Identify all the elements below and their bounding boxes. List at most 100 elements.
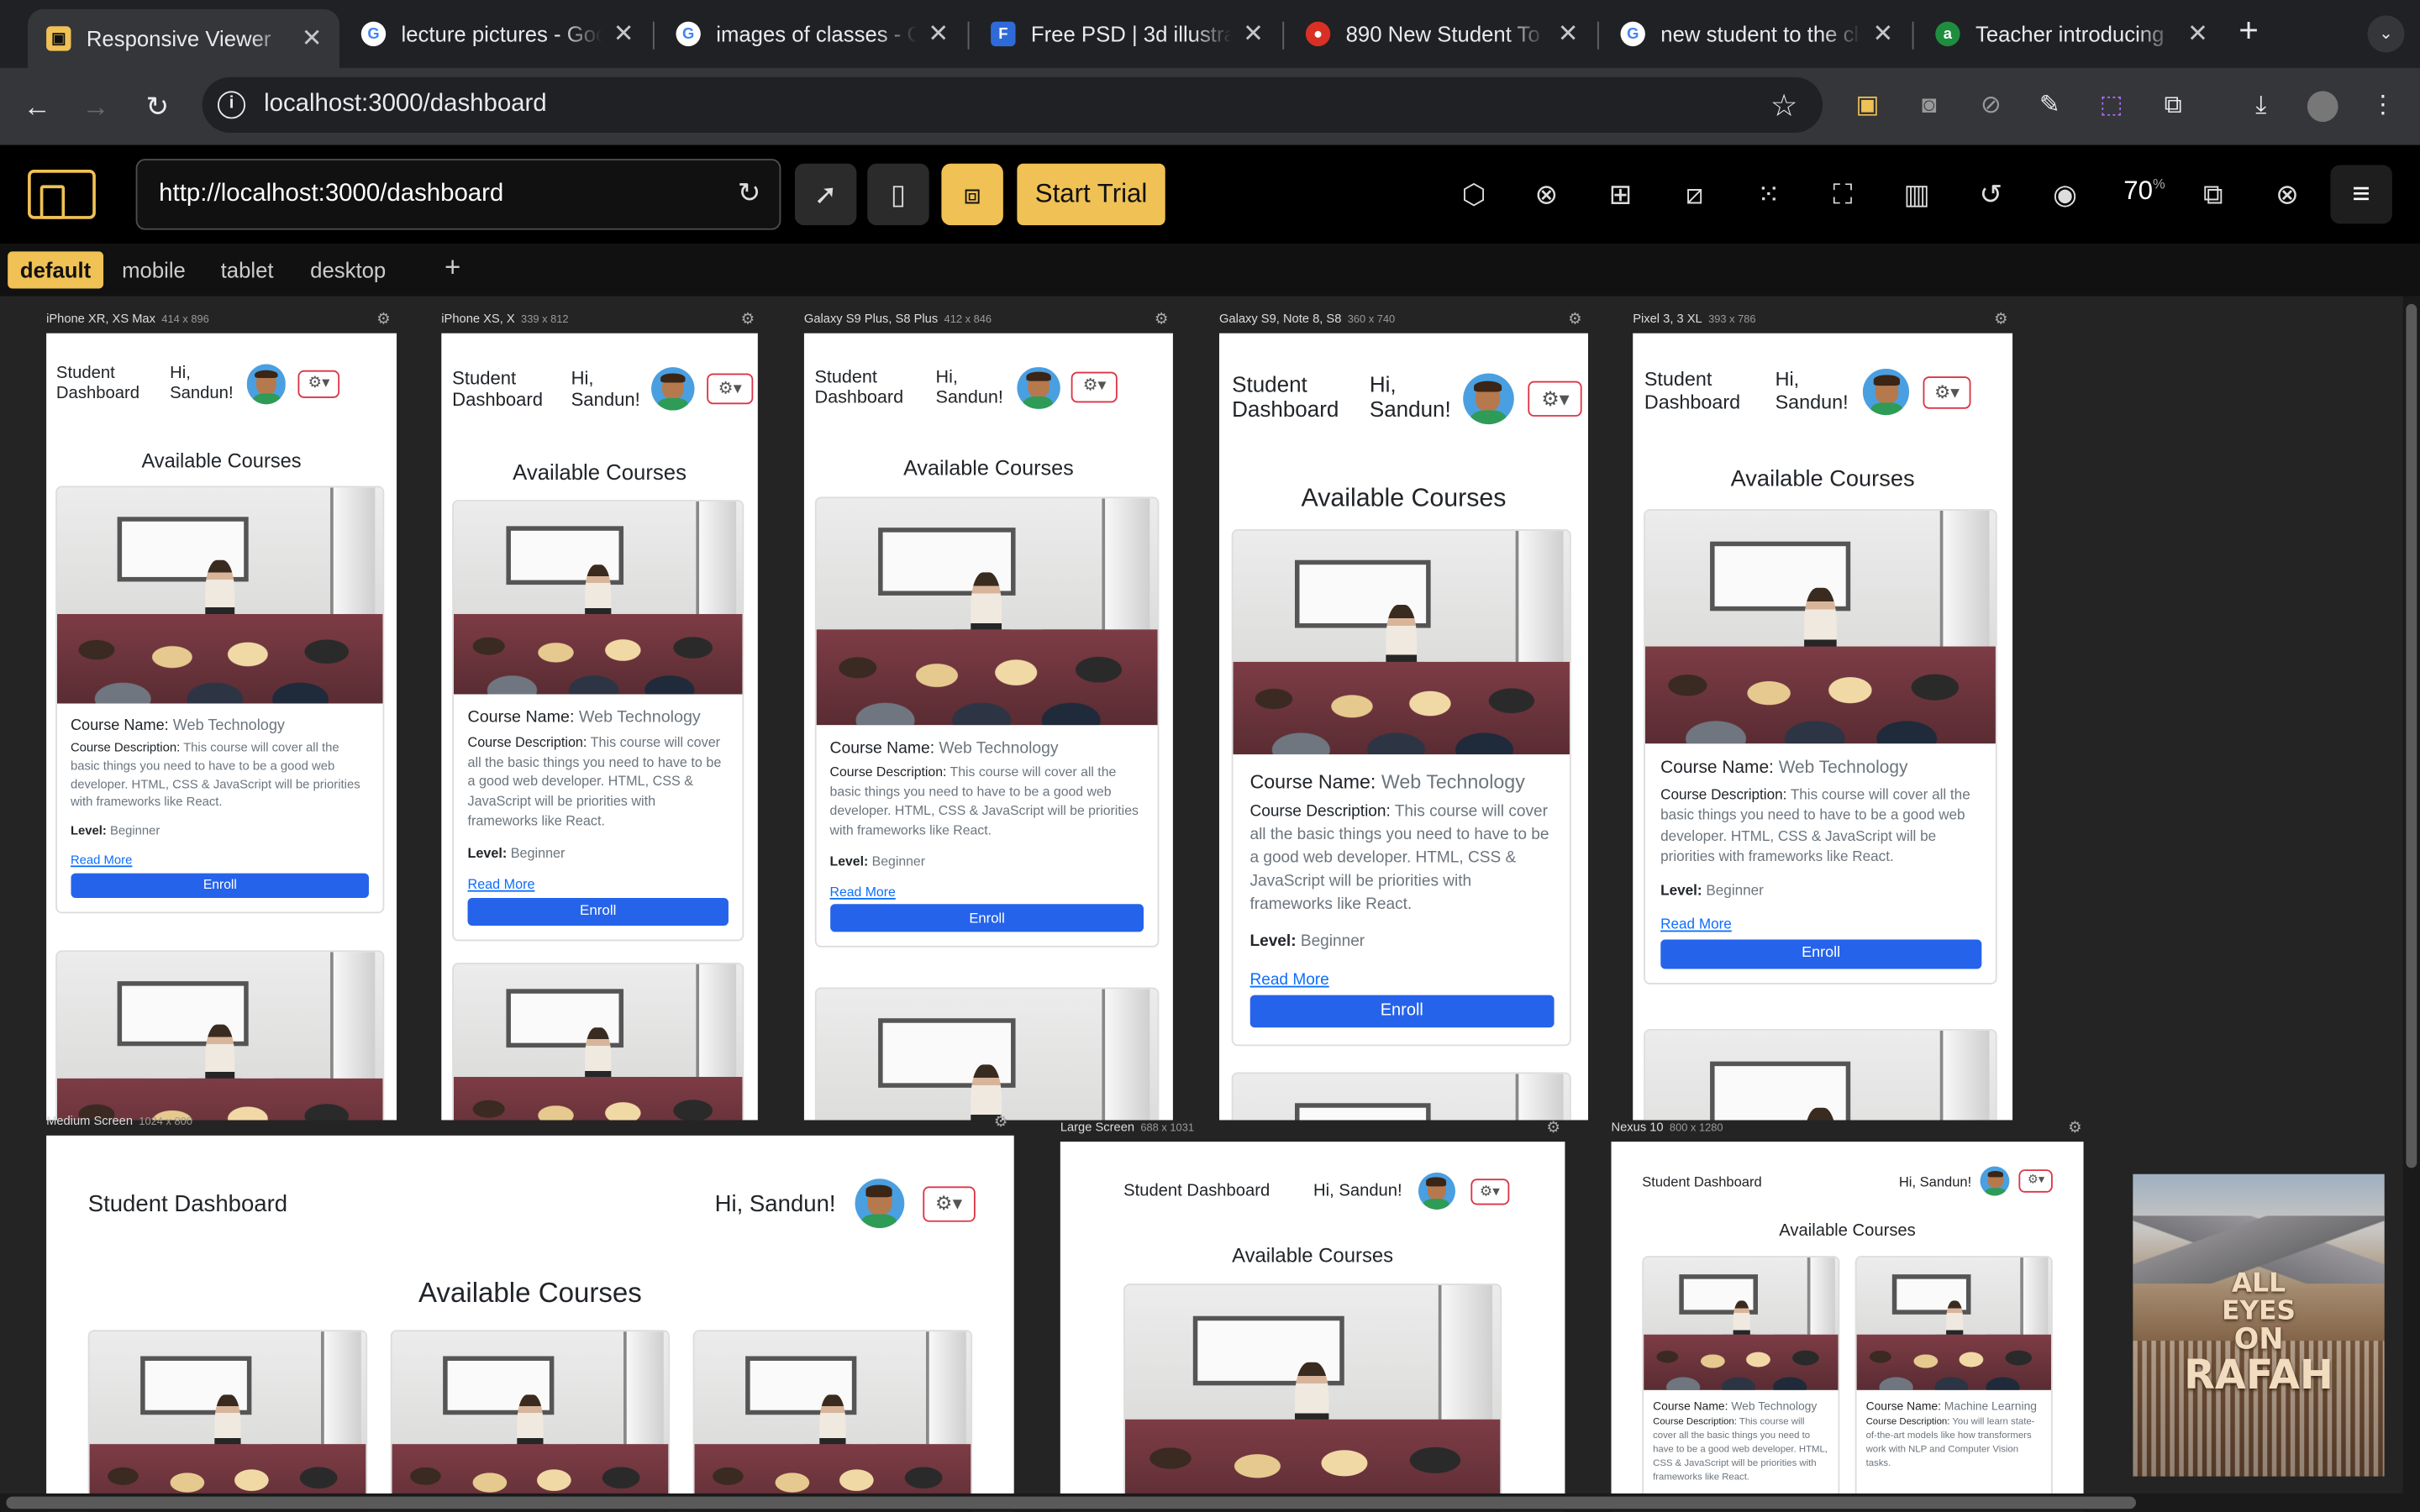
device-screen[interactable]: Student Dashboard Hi, Sandun! ⚙▾ Available … bbox=[46, 1135, 1014, 1512]
read-more-link[interactable]: Read More bbox=[830, 883, 1144, 902]
brand-title[interactable]: Student Dashboard bbox=[452, 367, 571, 410]
inspect-pointer-button[interactable]: ➚ bbox=[794, 163, 857, 226]
refresh-icon[interactable]: ↻ bbox=[738, 177, 761, 210]
tab-new-student[interactable]: ● 890 New Student To ✕ bbox=[1287, 9, 1596, 59]
back-arrow-icon[interactable]: ← bbox=[18, 88, 55, 125]
device-swap-icon[interactable]: ⧉ bbox=[2195, 176, 2232, 213]
read-more-link[interactable]: Read More bbox=[468, 875, 729, 895]
tab-free-psd[interactable]: F Free PSD | 3d illustration ✕ bbox=[972, 9, 1281, 59]
camera-extension-icon[interactable]: ◙ bbox=[1914, 91, 1945, 122]
device-settings-icon[interactable]: ⚙ bbox=[376, 312, 390, 328]
device-settings-icon[interactable]: ⚙ bbox=[994, 1114, 1007, 1131]
extensions-puzzle-icon[interactable]: ⧉ bbox=[2158, 91, 2189, 122]
ruler-icon[interactable]: ⧄ bbox=[1676, 176, 1713, 213]
device-settings-icon[interactable]: ⚙ bbox=[2068, 1120, 2081, 1137]
device-toggle-button[interactable]: ⧈ bbox=[941, 163, 1003, 226]
settings-dropdown-button[interactable]: ⚙▾ bbox=[1922, 375, 1972, 409]
columns-icon[interactable]: ▥ bbox=[1898, 176, 1935, 213]
viewer-url-input[interactable]: http://localhost:3000/dashboard ↻ bbox=[135, 159, 781, 230]
device-screen[interactable]: Student Dashboard Hi, Sandun! ⚙▾ Available … bbox=[803, 333, 1173, 1121]
add-preset-button[interactable]: + bbox=[445, 251, 460, 284]
focus-frame-icon[interactable]: ⛶ bbox=[1824, 176, 1861, 213]
read-more-link[interactable]: Read More bbox=[1660, 916, 1981, 937]
brand-title[interactable]: Student Dashboard bbox=[1123, 1182, 1313, 1200]
site-info-icon[interactable]: i bbox=[217, 91, 246, 119]
reload-icon[interactable]: ↻ bbox=[139, 88, 176, 125]
brand-title[interactable]: Student Dashboard bbox=[1642, 1173, 1899, 1189]
hamburger-menu-icon[interactable]: ≡ bbox=[2330, 165, 2392, 224]
device-screen[interactable]: Student Dashboard Hi, Sandun! ⚙▾ Available … bbox=[1633, 333, 2013, 1121]
profile-avatar[interactable] bbox=[1981, 1166, 2011, 1196]
device-screen[interactable]: Student Dashboard Hi, Sandun! ⚙▾ Available … bbox=[441, 333, 758, 1121]
settings-dropdown-button[interactable]: ⚙▾ bbox=[922, 1185, 976, 1221]
close-tab-icon[interactable]: ✕ bbox=[1555, 18, 1580, 50]
tab-search-button[interactable]: ⌄ bbox=[2367, 15, 2405, 53]
responsive-viewer-extension-icon[interactable]: ▣ bbox=[1852, 91, 1883, 122]
enroll-button[interactable]: Enroll bbox=[829, 904, 1144, 932]
screen-capture-extension-icon[interactable]: ⬚ bbox=[2096, 91, 2127, 122]
close-tab-icon[interactable]: ✕ bbox=[299, 24, 324, 55]
grid-icon[interactable]: ⊞ bbox=[1602, 176, 1639, 213]
tab-teacher-introducing[interactable]: a Teacher introducing ✕ bbox=[1917, 9, 2225, 59]
settings-dropdown-button[interactable]: ⚙▾ bbox=[1071, 372, 1118, 403]
enroll-button[interactable]: Enroll bbox=[467, 897, 729, 926]
more-menu-icon[interactable]: ⋮ bbox=[2367, 91, 2398, 122]
device-screen[interactable]: Student Dashboard Hi, Sandun! ⚙▾ Available … bbox=[1218, 333, 1588, 1121]
download-icon[interactable]: ⤓ bbox=[2245, 91, 2276, 122]
tab-responsive-viewer[interactable]: ▣ Responsive Viewer ✕ bbox=[28, 9, 340, 68]
brand-title[interactable]: Student Dashboard bbox=[1232, 373, 1370, 424]
brand-title[interactable]: Student Dashboard bbox=[1644, 368, 1776, 416]
device-settings-icon[interactable]: ⚙ bbox=[1568, 312, 1581, 328]
close-tab-icon[interactable]: ✕ bbox=[926, 18, 950, 50]
brand-title[interactable]: Student Dashboard bbox=[56, 365, 170, 404]
brand-title[interactable]: Student Dashboard bbox=[88, 1190, 715, 1216]
close-circle-icon[interactable]: ⊗ bbox=[2269, 176, 2306, 213]
settings-dropdown-button[interactable]: ⚙▾ bbox=[1528, 381, 1583, 417]
forward-arrow-icon[interactable]: → bbox=[77, 88, 114, 125]
device-screen[interactable]: Student Dashboard Hi, Sandun! ⚙▾ Available … bbox=[1611, 1142, 2084, 1512]
settings-dropdown-button[interactable]: ⚙▾ bbox=[2019, 1169, 2053, 1193]
compass-extension-icon[interactable]: ⊘ bbox=[1975, 91, 2007, 122]
profile-avatar[interactable] bbox=[246, 364, 287, 405]
profile-avatar-icon[interactable] bbox=[2307, 91, 2338, 123]
zoom-level[interactable]: 70% bbox=[2123, 176, 2165, 207]
cube-icon[interactable]: ⬡ bbox=[1455, 176, 1492, 213]
address-bar[interactable]: i localhost:3000/dashboard ☆ bbox=[202, 76, 1823, 133]
device-settings-icon[interactable]: ⚙ bbox=[1546, 1120, 1560, 1137]
profile-avatar[interactable] bbox=[651, 367, 695, 411]
enroll-button[interactable]: Enroll bbox=[1249, 995, 1555, 1028]
brand-title[interactable]: Student Dashboard bbox=[815, 366, 936, 408]
bookmark-star-icon[interactable]: ☆ bbox=[1770, 87, 1798, 125]
settings-dropdown-button[interactable]: ⚙▾ bbox=[297, 370, 340, 399]
preset-default[interactable]: default bbox=[8, 251, 103, 289]
read-more-link[interactable]: Read More bbox=[71, 853, 370, 871]
rotate-icon[interactable]: ↺ bbox=[1972, 176, 2009, 213]
eyedropper-extension-icon[interactable]: ✎ bbox=[2034, 91, 2065, 122]
profile-avatar[interactable] bbox=[1462, 373, 1514, 425]
horizontal-scrollbar[interactable] bbox=[0, 1493, 2403, 1512]
profile-avatar[interactable] bbox=[854, 1179, 904, 1229]
read-more-link[interactable]: Read More bbox=[1249, 969, 1554, 992]
tab-new-student-class[interactable]: G new student to the class ✕ bbox=[1602, 9, 1910, 59]
close-tab-icon[interactable]: ✕ bbox=[2186, 18, 2210, 50]
screenshot-camera-icon[interactable]: ◉ bbox=[2046, 176, 2083, 213]
profile-avatar[interactable] bbox=[1017, 366, 1060, 409]
close-tab-icon[interactable]: ✕ bbox=[611, 18, 635, 50]
preset-tablet[interactable]: tablet bbox=[208, 251, 286, 288]
start-trial-button[interactable]: Start Trial bbox=[1017, 163, 1165, 226]
tab-images-of-classes[interactable]: G images of classes - Google Search ✕ bbox=[657, 9, 965, 59]
device-screen[interactable]: Student Dashboard Hi, Sandun! ⚙▾ Available … bbox=[1060, 1142, 1565, 1512]
tab-lecture-pictures[interactable]: G lecture pictures - Google Search ✕ bbox=[343, 9, 651, 59]
profile-avatar[interactable] bbox=[1418, 1172, 1455, 1210]
overlap-circles-icon[interactable]: ⊗ bbox=[1528, 176, 1565, 213]
preset-desktop[interactable]: desktop bbox=[297, 251, 397, 288]
device-settings-icon[interactable]: ⚙ bbox=[1994, 312, 2007, 328]
preset-mobile[interactable]: mobile bbox=[109, 251, 197, 288]
dots-grid-icon[interactable]: ⁙ bbox=[1750, 176, 1787, 213]
vertical-scrollbar[interactable] bbox=[2402, 296, 2420, 1512]
mouse-scroll-sync-button[interactable]: ▯ bbox=[867, 163, 929, 226]
enroll-button[interactable]: Enroll bbox=[1660, 938, 1982, 969]
profile-avatar[interactable] bbox=[1863, 369, 1910, 416]
new-tab-button[interactable]: + bbox=[2228, 12, 2269, 53]
enroll-button[interactable]: Enroll bbox=[70, 873, 370, 899]
